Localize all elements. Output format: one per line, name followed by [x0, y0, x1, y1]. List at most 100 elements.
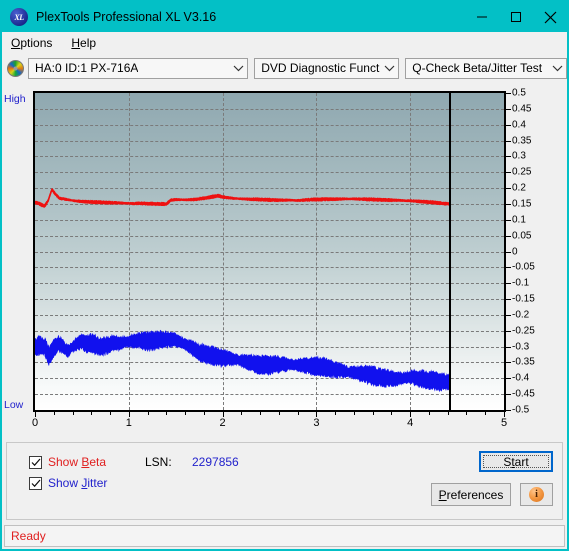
y-axis-tick-label: 0.35 [512, 135, 532, 147]
y-axis-tick-label: -0.15 [512, 293, 535, 305]
x-axis-tick-mark [166, 412, 168, 415]
x-axis-tick-mark [353, 412, 355, 415]
maximize-button[interactable] [499, 2, 533, 32]
y-axis-tick-label: 0.2 [512, 182, 526, 194]
y-axis-tick-mark [506, 188, 511, 190]
show-beta-label: Show Beta [48, 455, 107, 469]
y-axis-tick-mark [506, 203, 511, 205]
axis-label-low: Low [4, 399, 24, 411]
show-jitter-checkbox[interactable] [29, 476, 42, 490]
test-select-value: Q-Check Beta/Jitter Test [412, 61, 543, 75]
y-axis-tick-label: 0.45 [512, 103, 532, 115]
x-axis-tick-label: 2 [219, 417, 226, 429]
x-axis-tick-mark [53, 412, 55, 415]
info-button[interactable]: i [520, 483, 553, 506]
x-axis-tick-mark [35, 412, 36, 417]
chart-area: High Low 0.5 0.45 0.4 0.35 0.3 0.25 0.2 0.15 0.1… [2, 84, 567, 438]
x-axis-tick-mark [91, 412, 93, 415]
plot-frame[interactable] [33, 91, 506, 412]
y-axis-tick-mark [506, 378, 511, 380]
test-select[interactable]: Q-Check Beta/Jitter Test [405, 57, 567, 79]
show-jitter-row[interactable]: Show Jitter [29, 476, 107, 490]
show-beta-row[interactable]: Show Beta [29, 455, 106, 469]
menu-item-help[interactable]: Help [69, 34, 105, 52]
y-axis-tick-label: 0.5 [512, 87, 526, 99]
application-window: XL PlexTools Professional XL V3.16 Optio… [0, 0, 569, 551]
y-axis-tick-label: 0 [512, 246, 518, 257]
menu-bar: Options Help [2, 32, 567, 54]
menu-item-options-label: ptions [20, 36, 53, 50]
x-axis-tick-mark [110, 412, 112, 415]
y-axis-tick-label: -0.45 [512, 388, 535, 400]
x-axis-tick-mark [391, 412, 393, 415]
x-axis-tick-mark [372, 412, 374, 415]
x-axis-tick-mark [185, 412, 187, 415]
controls-panel: Show Beta Show Jitter LSN: 2297856 St art… [6, 442, 563, 520]
y-axis-tick-label: -0.1 [512, 277, 530, 289]
menu-item-help-label: elp [80, 36, 97, 50]
y-axis-tick-mark [506, 219, 511, 221]
y-axis-tick-mark [506, 410, 511, 411]
toolbar: HA:0 ID:1 PX-716A DVD Diagnostic Functio… [2, 54, 567, 82]
xl-logo-icon: XL [10, 8, 28, 26]
y-axis-tick-label: 0.1 [512, 214, 526, 226]
y-axis-tick-label: -0.4 [512, 372, 530, 384]
x-axis-tick-mark [485, 412, 487, 415]
x-axis-tick-mark [203, 412, 205, 415]
x-axis-tick-label: 5 [500, 417, 508, 429]
function-select[interactable]: DVD Diagnostic Functions [254, 57, 400, 79]
x-axis-tick-mark [241, 412, 243, 415]
start-button-label: St art [483, 455, 549, 469]
status-text: Ready [11, 529, 46, 543]
data-end-marker [448, 93, 451, 410]
y-axis-tick-label: 0.25 [512, 166, 532, 178]
preferences-button[interactable]: Preferences [431, 483, 511, 506]
series-show-jitter [35, 329, 450, 393]
y-axis-tick-mark [506, 172, 511, 174]
y-axis-tick-mark [506, 267, 511, 269]
y-axis-tick-mark [506, 93, 511, 94]
start-button[interactable]: St art [479, 451, 553, 472]
x-axis-tick-mark [335, 412, 337, 415]
x-axis-tick-mark [147, 412, 149, 415]
y-axis-tick-label: -0.05 [512, 261, 535, 273]
chevron-down-icon [229, 65, 247, 72]
y-axis-tick-mark [506, 330, 511, 332]
y-axis-tick-mark [506, 156, 511, 158]
x-axis-tick-mark [260, 412, 262, 415]
y-axis-tick-mark [506, 124, 511, 126]
drive-select[interactable]: HA:0 ID:1 PX-716A [28, 57, 249, 79]
x-axis-tick-label: 3 [313, 417, 320, 429]
menu-item-options[interactable]: Options [9, 34, 61, 52]
y-axis-tick-label: 0.05 [512, 230, 532, 242]
title-bar: XL PlexTools Professional XL V3.16 [2, 2, 567, 32]
preferences-button-label: Preferences [438, 487, 504, 502]
optical-disc-icon [7, 59, 24, 77]
y-axis-tick-label: -0.5 [512, 404, 530, 416]
close-button[interactable] [533, 2, 567, 32]
y-axis-tick-label: 0.3 [512, 150, 526, 162]
window-title: PlexTools Professional XL V3.16 [36, 10, 217, 24]
data-traces [35, 187, 450, 393]
y-axis-tick-mark [506, 140, 511, 142]
x-axis-tick-label: 0 [31, 417, 39, 429]
x-axis-tick-mark [297, 412, 299, 415]
y-axis-tick-mark [506, 108, 511, 110]
y-axis-tick-mark [506, 346, 511, 348]
y-axis-tick-mark [506, 299, 511, 301]
minimize-button[interactable] [465, 2, 499, 32]
drive-select-value: HA:0 ID:1 PX-716A [35, 61, 139, 75]
show-beta-checkbox[interactable] [29, 455, 42, 469]
x-axis-tick-label: 4 [407, 417, 414, 429]
x-axis-tick-mark [278, 412, 280, 415]
y-axis-tick-label: 0.4 [512, 119, 526, 131]
x-axis-tick-mark [72, 412, 74, 415]
x-axis-tick-mark [466, 412, 468, 415]
y-axis-tick-mark [506, 235, 511, 237]
lsn-label: LSN: [145, 455, 172, 469]
series-show-beta [35, 187, 450, 208]
caption-buttons [465, 2, 567, 32]
y-axis-tick-mark [506, 362, 511, 364]
y-axis-tick-mark [506, 283, 511, 285]
y-axis-tick-mark [506, 314, 511, 316]
